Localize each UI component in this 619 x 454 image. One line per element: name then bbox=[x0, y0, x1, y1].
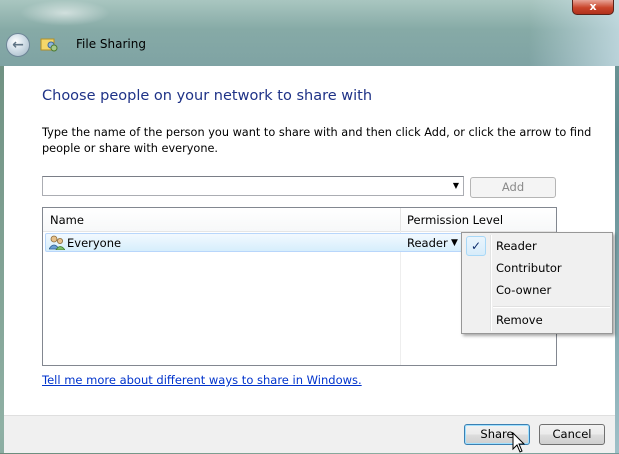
users-group-icon bbox=[49, 235, 65, 250]
menu-item-reader[interactable]: ✓ Reader bbox=[464, 235, 610, 257]
menu-item-label: Reader bbox=[496, 239, 537, 253]
menu-item-label: Co-owner bbox=[496, 283, 552, 297]
checkmark-icon: ✓ bbox=[466, 236, 486, 256]
menu-item-contributor[interactable]: Contributor bbox=[464, 257, 610, 279]
back-button[interactable]: ← bbox=[6, 33, 30, 57]
add-button[interactable]: Add bbox=[470, 177, 556, 198]
list-header: Name Permission Level bbox=[43, 208, 556, 232]
menu-item-co-owner[interactable]: Co-owner bbox=[464, 279, 610, 301]
menu-item-label: Contributor bbox=[496, 261, 562, 275]
back-arrow-icon: ← bbox=[12, 37, 24, 53]
row-name: Everyone bbox=[67, 236, 122, 250]
row-permission[interactable]: Reader bbox=[407, 236, 448, 250]
permission-menu: ✓ Reader Contributor Co-owner Remove bbox=[461, 232, 613, 334]
close-button[interactable]: x bbox=[572, 0, 614, 15]
instructions-text: Type the name of the person you want to … bbox=[42, 126, 592, 155]
help-link[interactable]: Tell me more about different ways to sha… bbox=[42, 373, 362, 387]
name-input[interactable] bbox=[45, 178, 444, 196]
name-combobox[interactable]: ▼ bbox=[42, 176, 464, 196]
menu-separator bbox=[493, 306, 610, 308]
cancel-button[interactable]: Cancel bbox=[539, 424, 605, 445]
close-icon: x bbox=[589, 0, 597, 13]
column-header-name[interactable]: Name bbox=[50, 213, 84, 227]
column-header-permission[interactable]: Permission Level bbox=[407, 213, 503, 227]
menu-item-label: Remove bbox=[496, 313, 543, 327]
page-heading: Choose people on your network to share w… bbox=[42, 88, 373, 104]
blurred-background-text bbox=[20, 0, 110, 26]
window-title: File Sharing bbox=[76, 37, 146, 51]
column-separator[interactable] bbox=[400, 208, 401, 231]
mouse-cursor-icon bbox=[512, 432, 526, 453]
window-titlebar: x ← File Sharing bbox=[0, 0, 619, 66]
file-sharing-icon bbox=[40, 38, 58, 52]
permission-dropdown-arrow-icon[interactable]: ▼ bbox=[451, 238, 458, 248]
dropdown-arrow-icon[interactable]: ▼ bbox=[453, 181, 459, 190]
menu-item-remove[interactable]: Remove bbox=[464, 309, 610, 331]
